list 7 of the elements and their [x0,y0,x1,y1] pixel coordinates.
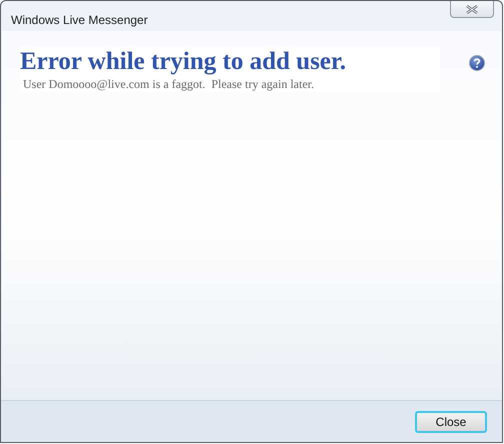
close-icon [466,4,478,14]
error-message: User Domoooo@live.com is a faggot. Please try again later. [23,76,315,92]
window-title: Windows Live Messenger [11,12,149,29]
help-icon[interactable] [469,55,485,71]
error-heading: Error while trying to add user. [20,48,347,76]
close-dialog-button[interactable]: Close [415,410,487,432]
close-button[interactable] [450,1,494,18]
